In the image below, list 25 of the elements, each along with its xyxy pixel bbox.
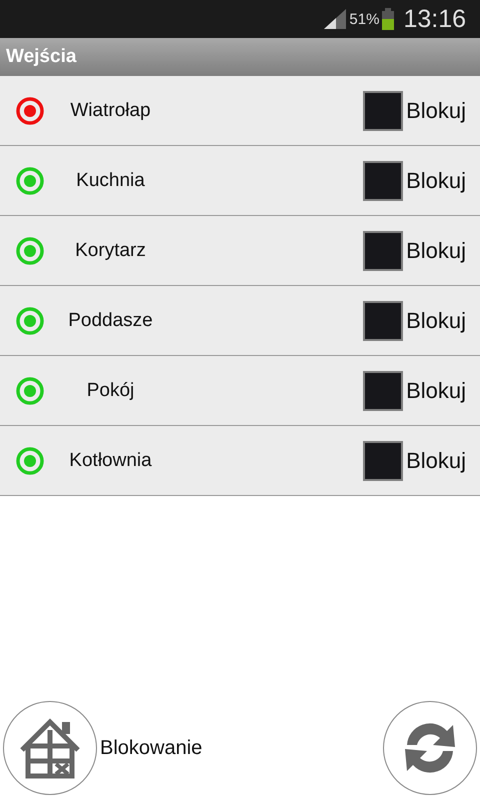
clock: 13:16 — [403, 4, 466, 34]
input-name: Kuchnia — [75, 170, 146, 192]
battery-percent: 51% — [349, 10, 380, 28]
block-checkbox[interactable] — [363, 300, 404, 340]
block-label: Blokuj — [406, 168, 466, 194]
block-label: Blokuj — [406, 448, 466, 474]
block-label: Blokuj — [406, 378, 466, 404]
input-name: Korytarz — [74, 240, 147, 262]
block-checkbox[interactable] — [363, 90, 404, 130]
input-name: Pokój — [86, 380, 136, 402]
input-name: Poddasze — [67, 310, 154, 332]
block-checkbox[interactable] — [363, 230, 404, 270]
block-checkbox[interactable] — [363, 440, 404, 480]
block-label: Blokuj — [406, 98, 466, 124]
block-checkbox[interactable] — [363, 370, 404, 410]
signal-icon — [324, 9, 346, 29]
block-label: Blokuj — [406, 238, 466, 264]
input-name: Wiatrołap — [69, 100, 152, 122]
input-name: Kotłownia — [68, 450, 153, 472]
battery-icon — [382, 8, 394, 30]
block-label: Blokuj — [406, 308, 466, 334]
house-icon — [18, 716, 82, 780]
block-checkbox[interactable] — [363, 160, 404, 200]
screen-title: Wejścia — [6, 46, 76, 68]
lock-label: Blokowanie — [100, 736, 202, 760]
